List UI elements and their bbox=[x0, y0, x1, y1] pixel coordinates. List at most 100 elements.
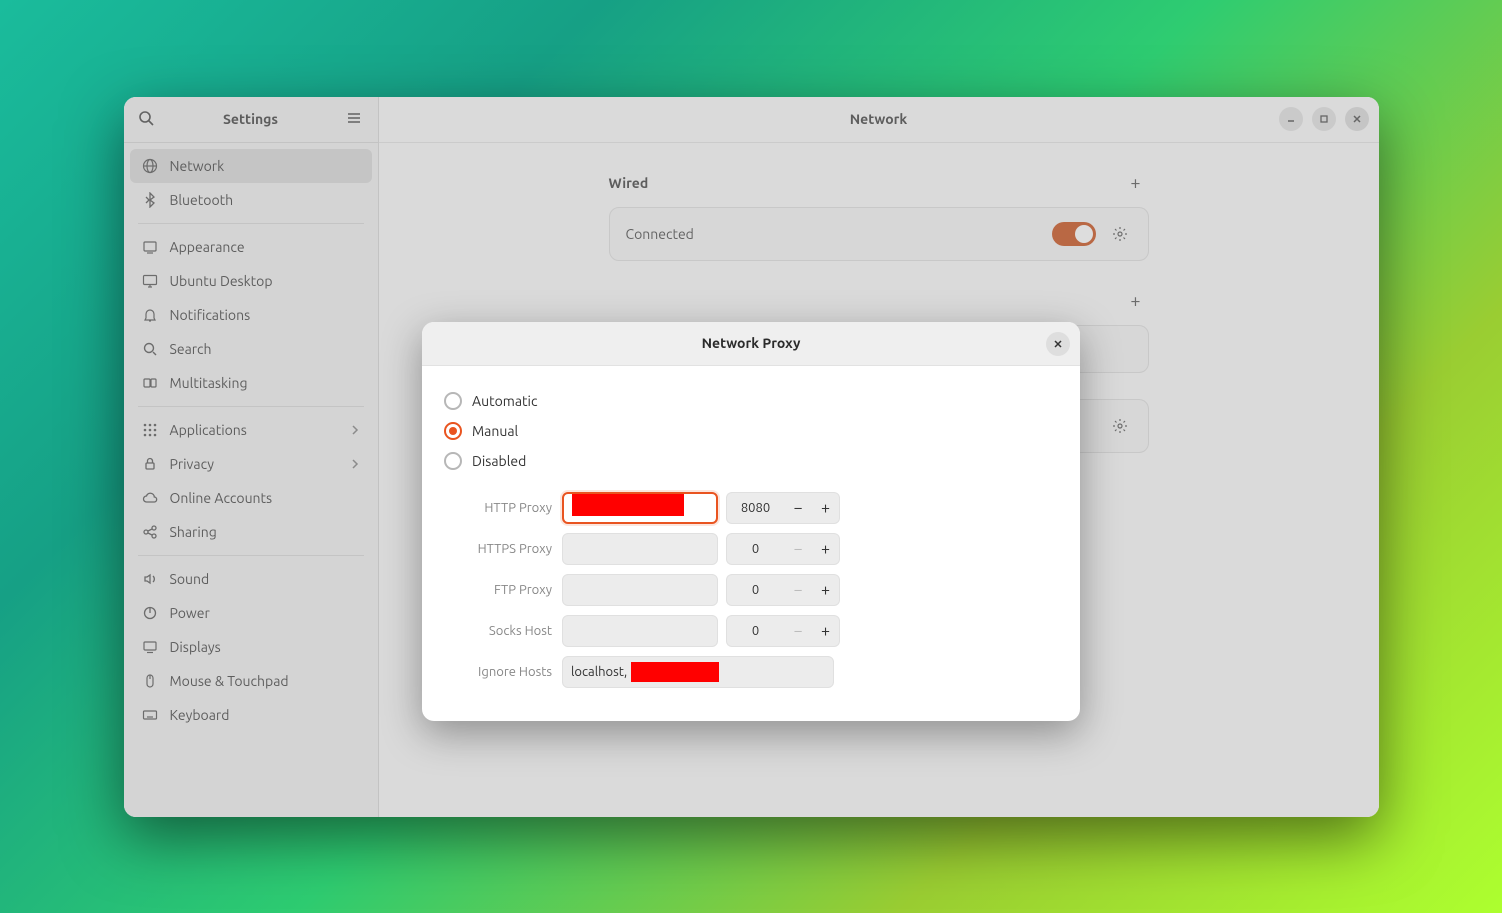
add-vpn-button[interactable]: + bbox=[1122, 287, 1148, 315]
mouse-icon bbox=[142, 673, 158, 689]
maximize-button[interactable] bbox=[1312, 107, 1336, 131]
ftp-proxy-label: FTP Proxy bbox=[444, 583, 554, 597]
sidebar-item-online-accounts[interactable]: Online Accounts bbox=[130, 481, 372, 515]
https-proxy-input[interactable] bbox=[562, 533, 718, 565]
sidebar-item-label: Appearance bbox=[170, 239, 245, 255]
sidebar-item-label: Multitasking bbox=[170, 375, 248, 391]
https-port-input[interactable] bbox=[726, 533, 784, 565]
https-port-decrement[interactable]: − bbox=[784, 533, 812, 565]
dialog-close-button[interactable] bbox=[1046, 332, 1070, 356]
sidebar-item-applications[interactable]: Applications bbox=[130, 413, 372, 447]
sidebar-separator bbox=[138, 406, 364, 407]
socks-port-increment[interactable]: + bbox=[812, 615, 840, 647]
radio-icon bbox=[444, 422, 462, 440]
radio-label: Disabled bbox=[472, 453, 526, 469]
sidebar-item-label: Bluetooth bbox=[170, 192, 234, 208]
radio-disabled[interactable]: Disabled bbox=[444, 446, 1058, 476]
sidebar-item-sharing[interactable]: Sharing bbox=[130, 515, 372, 549]
ftp-port-input[interactable] bbox=[726, 574, 784, 606]
ftp-port-increment[interactable]: + bbox=[812, 574, 840, 606]
sound-icon bbox=[142, 571, 158, 587]
ftp-proxy-input[interactable] bbox=[562, 574, 718, 606]
sidebar-item-label: Ubuntu Desktop bbox=[170, 273, 273, 289]
wired-switch[interactable] bbox=[1052, 222, 1096, 246]
hamburger-icon[interactable] bbox=[346, 110, 364, 128]
sidebar-list: Network Bluetooth Appearance Ubuntu Desktop… bbox=[124, 143, 378, 817]
bell-icon bbox=[142, 307, 158, 323]
sidebar-item-appearance[interactable]: Appearance bbox=[130, 230, 372, 264]
close-button[interactable] bbox=[1345, 107, 1369, 131]
sidebar-item-label: Notifications bbox=[170, 307, 251, 323]
sidebar-item-label: Mouse & Touchpad bbox=[170, 673, 289, 689]
http-proxy-input[interactable] bbox=[562, 492, 718, 524]
power-icon bbox=[142, 605, 158, 621]
sidebar-item-displays[interactable]: Displays bbox=[130, 630, 372, 664]
radio-label: Automatic bbox=[472, 393, 537, 409]
sidebar: Settings Network Bluetooth Appearance Ubunt… bbox=[124, 97, 379, 817]
http-proxy-label: HTTP Proxy bbox=[444, 501, 554, 515]
appearance-icon bbox=[142, 239, 158, 255]
add-wired-button[interactable]: + bbox=[1122, 169, 1148, 197]
https-port-increment[interactable]: + bbox=[812, 533, 840, 565]
sidebar-item-ubuntu-desktop[interactable]: Ubuntu Desktop bbox=[130, 264, 372, 298]
ignore-hosts-label: Ignore Hosts bbox=[444, 665, 554, 679]
window-controls bbox=[1279, 107, 1369, 131]
sidebar-separator bbox=[138, 555, 364, 556]
http-port-input[interactable] bbox=[726, 492, 784, 524]
sidebar-item-label: Sharing bbox=[170, 524, 217, 540]
desktop-icon bbox=[142, 273, 158, 289]
lock-icon bbox=[142, 456, 158, 472]
radio-manual[interactable]: Manual bbox=[444, 416, 1058, 446]
wired-section: Wired + Connected bbox=[609, 169, 1149, 261]
sidebar-item-search[interactable]: Search bbox=[130, 332, 372, 366]
sidebar-item-network[interactable]: Network bbox=[130, 149, 372, 183]
sidebar-item-label: Privacy bbox=[170, 456, 214, 472]
sidebar-item-label: Power bbox=[170, 605, 210, 621]
socks-port-input[interactable] bbox=[726, 615, 784, 647]
ftp-port-decrement[interactable]: − bbox=[784, 574, 812, 606]
socks-port-decrement[interactable]: − bbox=[784, 615, 812, 647]
multitask-icon bbox=[142, 375, 158, 391]
minimize-button[interactable] bbox=[1279, 107, 1303, 131]
socks-host-label: Socks Host bbox=[444, 624, 554, 638]
sidebar-item-sound[interactable]: Sound bbox=[130, 562, 372, 596]
bluetooth-icon bbox=[142, 192, 158, 208]
sidebar-title: Settings bbox=[156, 111, 346, 127]
sidebar-item-multitasking[interactable]: Multitasking bbox=[130, 366, 372, 400]
display-icon bbox=[142, 639, 158, 655]
settings-window: Settings Network Bluetooth Appearance Ubunt… bbox=[124, 97, 1379, 817]
sidebar-item-mouse-touchpad[interactable]: Mouse & Touchpad bbox=[130, 664, 372, 698]
https-proxy-label: HTTPS Proxy bbox=[444, 542, 554, 556]
dialog-title: Network Proxy bbox=[702, 335, 801, 351]
radio-label: Manual bbox=[472, 423, 518, 439]
sidebar-item-bluetooth[interactable]: Bluetooth bbox=[130, 183, 372, 217]
radio-icon bbox=[444, 392, 462, 410]
http-port-decrement[interactable]: − bbox=[784, 492, 812, 524]
wired-status: Connected bbox=[626, 226, 1040, 242]
wired-card: Connected bbox=[609, 207, 1149, 261]
cloud-icon bbox=[142, 490, 158, 506]
wired-heading: Wired bbox=[609, 175, 649, 191]
share-icon bbox=[142, 524, 158, 540]
radio-automatic[interactable]: Automatic bbox=[444, 386, 1058, 416]
http-port-increment[interactable]: + bbox=[812, 492, 840, 524]
page-title: Network bbox=[479, 111, 1279, 127]
sidebar-separator bbox=[138, 223, 364, 224]
ignore-hosts-input[interactable]: localhost, bbox=[562, 656, 834, 688]
proxy-settings-button[interactable] bbox=[1108, 414, 1132, 438]
socks-host-input[interactable] bbox=[562, 615, 718, 647]
wired-settings-button[interactable] bbox=[1108, 222, 1132, 246]
sidebar-item-power[interactable]: Power bbox=[130, 596, 372, 630]
chevron-right-icon bbox=[350, 424, 360, 436]
sidebar-item-privacy[interactable]: Privacy bbox=[130, 447, 372, 481]
sidebar-item-label: Keyboard bbox=[170, 707, 230, 723]
sidebar-item-label: Online Accounts bbox=[170, 490, 273, 506]
search-icon bbox=[142, 341, 158, 357]
sidebar-item-label: Search bbox=[170, 341, 212, 357]
network-proxy-dialog: Network Proxy Automatic Manual Disabled bbox=[422, 322, 1080, 721]
sidebar-item-label: Applications bbox=[170, 422, 247, 438]
sidebar-item-keyboard[interactable]: Keyboard bbox=[130, 698, 372, 732]
search-icon[interactable] bbox=[138, 110, 156, 128]
sidebar-item-label: Network bbox=[170, 158, 225, 174]
sidebar-item-notifications[interactable]: Notifications bbox=[130, 298, 372, 332]
